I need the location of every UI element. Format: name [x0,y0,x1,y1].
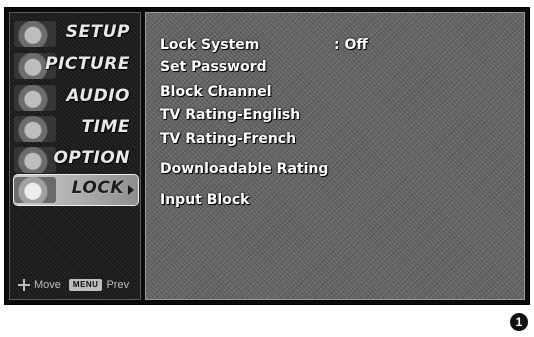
move-hint-label: Move [34,279,61,291]
option-icon [14,147,56,173]
menu-item-label: SETUP [65,22,130,42]
prev-hint-label: Prev [106,279,130,291]
main-menu-sidebar: SETUP PICTURE AUDIO TIME OPTION LOCK Mov… [9,12,141,300]
navigation-hints: Move MENU Prev [18,279,129,291]
chevron-right-icon [128,185,134,195]
menu-item-label: TIME [81,117,130,137]
menu-item-lock[interactable]: LOCK [13,174,139,206]
menu-item-setup[interactable]: SETUP [14,19,138,49]
block-channel-option[interactable]: Block Channel [160,84,272,100]
lock-settings-panel: Lock System : Off Set Password Block Cha… [145,12,525,300]
menu-item-option[interactable]: OPTION [14,145,138,175]
tv-rating-english-option[interactable]: TV Rating-English [160,107,300,123]
menu-item-label: AUDIO [66,86,130,106]
menu-item-label: OPTION [53,148,130,168]
lock-system-value: : Off [334,37,368,53]
setup-icon [14,21,56,47]
lock-icon [14,177,56,203]
move-hint: Move [18,279,61,291]
downloadable-rating-option[interactable]: Downloadable Rating [160,161,328,177]
move-arrows-icon [18,279,30,291]
menu-item-label: LOCK [71,178,124,198]
menu-item-picture[interactable]: PICTURE [14,51,138,81]
tv-osd-menu: SETUP PICTURE AUDIO TIME OPTION LOCK Mov… [4,7,530,305]
set-password-option[interactable]: Set Password [160,59,267,75]
menu-item-label: PICTURE [45,54,130,74]
menu-item-audio[interactable]: AUDIO [14,83,138,113]
step-number-badge: 1 [510,313,528,331]
prev-hint: MENU Prev [68,279,130,291]
menu-item-time[interactable]: TIME [14,114,138,144]
input-block-option[interactable]: Input Block [160,192,249,208]
time-icon [14,116,56,142]
audio-icon [14,85,56,111]
lock-system-option[interactable]: Lock System [160,37,259,53]
menu-key-icon: MENU [68,279,103,291]
tv-rating-french-option[interactable]: TV Rating-French [160,131,296,147]
